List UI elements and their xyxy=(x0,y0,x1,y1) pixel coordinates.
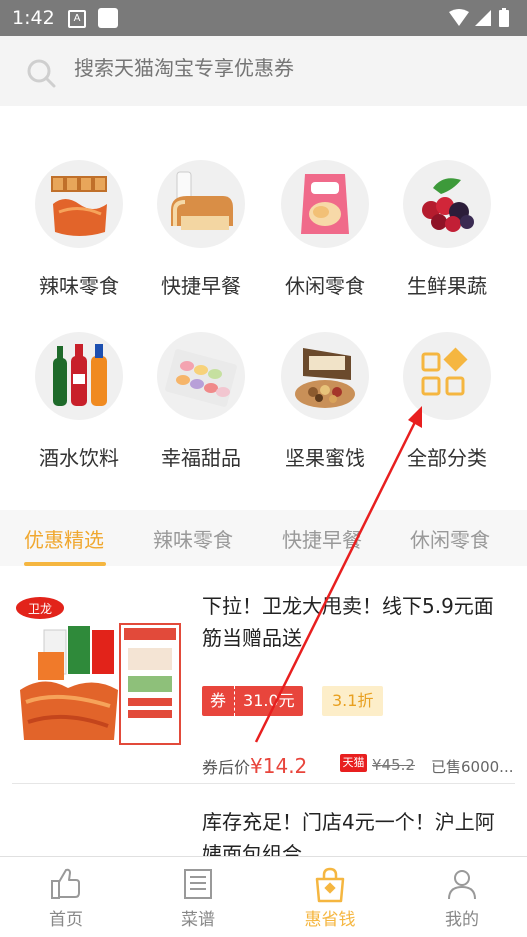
shopping-bag-icon xyxy=(313,867,347,907)
price-value: ¥14.2 xyxy=(250,754,308,778)
product-image: 卫龙 xyxy=(14,590,184,750)
tab-breakfast[interactable]: 快捷早餐 xyxy=(282,524,362,553)
product-title: 下拉！卫龙大甩卖！线下5.9元面筋当赠品送 xyxy=(202,594,494,650)
category-label: 辣味零食 xyxy=(39,274,119,298)
category-label: 生鲜果蔬 xyxy=(407,274,487,298)
product-title: 库存充足！门店4元一个！沪上阿姨面包组合 xyxy=(202,810,495,856)
category-label: 幸福甜品 xyxy=(161,446,241,470)
category-item-drinks[interactable]: 酒水饮料 xyxy=(24,332,134,471)
divider xyxy=(12,783,515,784)
tmall-badge-icon: 天猫 xyxy=(340,754,367,772)
category-label: 坚果蜜饯 xyxy=(285,446,365,470)
berries-image xyxy=(403,160,491,248)
drink-bottles-image xyxy=(35,332,123,420)
sold-count: 已售6000... xyxy=(431,758,514,776)
wifi-signal-battery-icon xyxy=(449,8,509,27)
recipe-book-icon xyxy=(181,867,215,905)
category-item-fresh-produce[interactable]: 生鲜果蔬 xyxy=(392,160,502,299)
search-input[interactable] xyxy=(74,56,494,80)
discount-badge: 3.1折 xyxy=(322,686,384,716)
category-label: 快捷早餐 xyxy=(161,274,241,298)
after-coupon-price: 券后价¥14.2 xyxy=(202,754,307,778)
product-card[interactable]: 库存充足！门店4元一个！沪上阿姨面包组合 xyxy=(0,806,527,856)
coupon-value: 31.0元 xyxy=(243,691,295,710)
after-coupon-label: 券后价 xyxy=(202,758,251,777)
nav-label: 首页 xyxy=(49,910,83,930)
search-bar[interactable] xyxy=(0,36,527,106)
category-item-nuts[interactable]: 坚果蜜饯 xyxy=(270,332,380,471)
original-price: ¥45.2 xyxy=(372,756,415,774)
nav-label: 惠省钱 xyxy=(304,910,356,930)
nav-save-money[interactable]: 惠省钱 xyxy=(264,857,396,937)
coupon-key: 券 xyxy=(202,686,236,716)
category-label: 酒水饮料 xyxy=(39,446,119,470)
product-card[interactable]: 卫龙 下拉！卫龙大甩卖！线下5.9元面筋当赠品送 券 31.0元 3.1折 券后价… xyxy=(0,586,527,786)
category-item-all[interactable]: 全部分类 xyxy=(392,332,502,471)
spicy-snack-image xyxy=(35,160,123,248)
status-bar: 1:42 A xyxy=(0,0,527,36)
tab-spicy-snack[interactable]: 辣味零食 xyxy=(153,524,233,553)
status-icons xyxy=(447,8,517,32)
nav-label: 菜谱 xyxy=(181,910,215,930)
nav-profile[interactable]: 我的 xyxy=(396,857,527,937)
chips-bag-image xyxy=(281,160,369,248)
grid-diamond-icon xyxy=(403,332,491,420)
nav-recipes[interactable]: 菜谱 xyxy=(132,857,264,937)
nuts-box-image xyxy=(281,332,369,420)
macaron-image xyxy=(157,332,245,420)
thumbs-up-icon xyxy=(49,867,83,905)
search-icon[interactable] xyxy=(26,58,56,92)
bottom-nav: 首页 菜谱 惠省钱 我的 xyxy=(0,856,527,937)
category-label: 全部分类 xyxy=(407,446,487,470)
coupon-badge: 券 31.0元 xyxy=(202,686,303,716)
category-item-spicy-snack[interactable]: 辣味零食 xyxy=(24,160,134,299)
category-tabs: 优惠精选 辣味零食 快捷早餐 休闲零食 xyxy=(0,510,527,566)
brand-logo-text: 卫龙 xyxy=(28,602,52,616)
nav-home[interactable]: 首页 xyxy=(0,857,132,937)
tab-active-indicator xyxy=(24,562,106,566)
tab-featured[interactable]: 优惠精选 xyxy=(24,524,104,553)
category-item-dessert[interactable]: 幸福甜品 xyxy=(146,332,256,471)
tab-leisure-snack[interactable]: 休闲零食 xyxy=(410,524,490,553)
status-time: 1:42 xyxy=(12,7,55,29)
person-icon xyxy=(445,867,479,905)
category-item-breakfast[interactable]: 快捷早餐 xyxy=(146,160,256,299)
notification-square-icon xyxy=(98,8,118,28)
notification-a-icon: A xyxy=(68,10,86,28)
bread-breakfast-image xyxy=(157,160,245,248)
nav-label: 我的 xyxy=(445,910,479,930)
category-label: 休闲零食 xyxy=(285,274,365,298)
category-item-leisure-snack[interactable]: 休闲零食 xyxy=(270,160,380,299)
